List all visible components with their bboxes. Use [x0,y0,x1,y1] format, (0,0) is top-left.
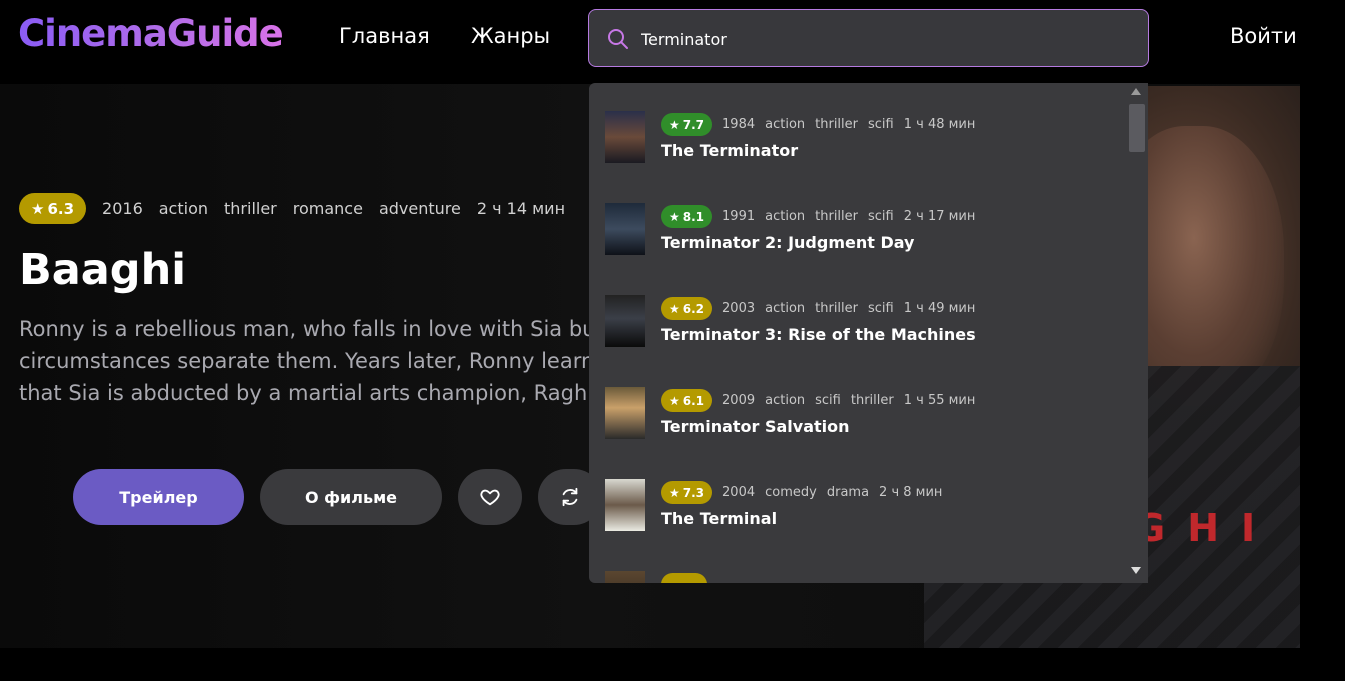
nav-genres-link[interactable]: Жанры [471,24,550,48]
result-year: 2009 [722,393,756,408]
result-genre: action [765,301,806,316]
result-genre: action [765,117,806,132]
result-poster-thumbnail [605,387,645,439]
about-movie-button[interactable]: О фильме [260,469,442,525]
result-duration: 1 ч 55 мин [903,393,976,408]
star-icon: ★ [669,301,680,316]
star-icon: ★ [669,117,680,132]
search-result-item[interactable]: ★ 7.3 2004 comedy drama 2 ч 8 мин The Ter… [605,479,1105,533]
result-title: Terminator 2: Judgment Day [661,233,915,252]
result-meta: ★ 6.2 2003 action thriller scifi 1 ч 49 м… [661,297,975,320]
result-title: Terminator 3: Rise of the Machines [661,325,976,344]
search-result-item[interactable]: ★ 6.2 2003 action thriller scifi 1 ч 49 м… [605,295,1105,349]
star-icon: ★ [669,393,680,408]
result-genre: thriller [815,301,858,316]
heart-icon [480,489,500,506]
result-genre: drama [826,485,870,500]
hero-duration: 2 ч 14 мин [476,199,566,218]
hero-year: 2016 [102,199,143,218]
refresh-icon [562,487,578,507]
dropdown-scrollbar[interactable] [1127,83,1148,583]
hero-genre: adventure [378,199,461,218]
trailer-button[interactable]: Трейлер [73,469,244,525]
movie-description: Ronny is a rebellious man, who falls in … [19,317,606,405]
result-genre: thriller [815,117,858,132]
search-icon [608,29,628,49]
result-year: 2003 [722,301,756,316]
result-year: 1991 [722,209,756,224]
movie-title: Baaghi [19,245,186,295]
result-genre: scifi [868,301,894,316]
result-duration: 1 ч 49 мин [903,301,976,316]
result-meta [661,573,707,583]
hero-genre: thriller [224,199,277,218]
result-poster-thumbnail [605,479,645,531]
star-icon: ★ [669,485,680,500]
result-rating-badge: ★ 7.3 [661,481,713,504]
search-box[interactable] [588,9,1149,67]
result-duration: 1 ч 48 мин [903,117,976,132]
scrollbar-thumb[interactable] [1129,104,1145,152]
result-genre: scifi [868,117,894,132]
favorite-button[interactable] [458,469,522,525]
result-poster-thumbnail [605,571,645,583]
star-icon: ★ [669,209,680,224]
result-genre: thriller [815,209,858,224]
header: CinemaGuide Главная Жанры Войти [0,0,1345,80]
result-title: The Terminal [661,509,778,528]
result-genre: comedy [765,485,817,500]
result-poster-thumbnail [605,203,645,255]
hero-meta: ★ 6.3 2016 action thriller romance advent… [19,193,565,224]
search-results-dropdown[interactable]: ★ 7.7 1984 action thriller scifi 1 ч 48 м… [589,83,1148,583]
nav-home-link[interactable]: Главная [339,24,430,48]
search-input[interactable] [641,24,1131,54]
scroll-down-arrow-icon[interactable] [1131,567,1141,574]
result-genre: thriller [850,393,894,408]
result-year: 1984 [722,117,756,132]
search-result-item[interactable]: ★ 6.1 2009 action scifi thriller 1 ч 55 м… [605,387,1105,441]
result-genre: scifi [868,209,894,224]
logo[interactable]: CinemaGuide [18,12,284,55]
result-rating-badge: ★ 6.1 [661,389,713,412]
scroll-up-arrow-icon[interactable] [1131,88,1141,95]
result-genre: action [765,393,806,408]
result-meta: ★ 6.1 2009 action scifi thriller 1 ч 55 м… [661,389,975,412]
result-meta: ★ 8.1 1991 action thriller scifi 2 ч 17 м… [661,205,975,228]
result-rating-badge: ★ 7.7 [661,113,713,136]
poster-title-text: GHI [1134,506,1278,550]
result-title: Terminator Salvation [661,417,850,436]
result-rating-badge: ★ 8.1 [661,205,713,228]
result-genre: scifi [815,393,841,408]
hero-genre: romance [292,199,363,218]
result-poster-thumbnail [605,295,645,347]
hero-genre: action [158,199,208,218]
result-year: 2004 [722,485,756,500]
result-rating-badge: ★ 6.2 [661,297,713,320]
search-result-item-partial[interactable] [605,571,1105,583]
result-genre: action [765,209,806,224]
result-poster-thumbnail [605,111,645,163]
login-button[interactable]: Войти [1230,24,1297,48]
result-rating-badge [661,573,707,583]
search-result-item[interactable]: ★ 8.1 1991 action thriller scifi 2 ч 17 м… [605,203,1105,257]
star-icon: ★ [31,199,45,218]
result-duration: 2 ч 17 мин [903,209,976,224]
hero-rating-badge: ★ 6.3 [19,193,87,224]
result-meta: ★ 7.7 1984 action thriller scifi 1 ч 48 м… [661,113,975,136]
result-duration: 2 ч 8 мин [879,485,943,500]
search-result-item[interactable]: ★ 7.7 1984 action thriller scifi 1 ч 48 м… [605,111,1105,165]
result-title: The Terminator [661,141,799,160]
result-meta: ★ 7.3 2004 comedy drama 2 ч 8 мин [661,481,942,504]
